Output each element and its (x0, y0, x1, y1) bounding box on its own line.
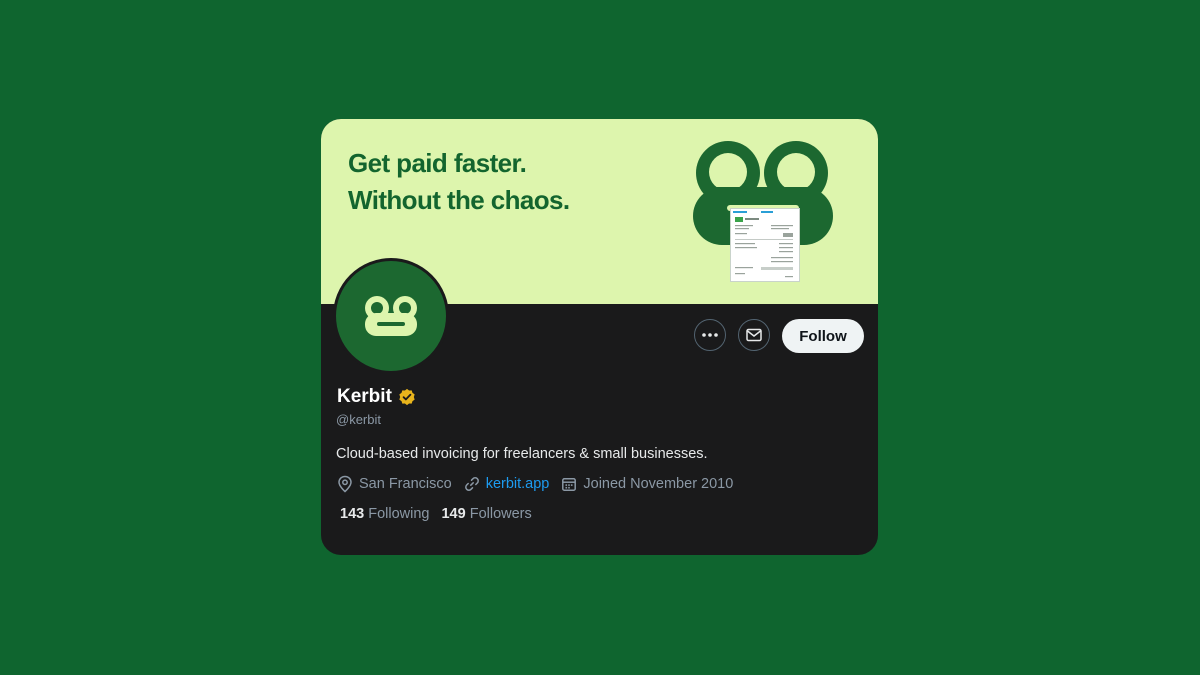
invoice-document-image (730, 208, 800, 282)
followers-link[interactable]: 149 Followers (441, 506, 531, 522)
profile-name-row: Kerbit (337, 386, 416, 408)
banner-tagline: Get paid faster. Without the chaos. (348, 145, 570, 219)
profile-handle: @kerbit (336, 412, 381, 427)
follow-button[interactable]: Follow (782, 319, 864, 353)
link-icon (464, 477, 479, 491)
followers-count: 149 (441, 506, 466, 522)
profile-avatar[interactable] (333, 258, 449, 374)
profile-card: Get paid faster. Without the chaos. Foll… (321, 119, 878, 555)
following-count: 143 (340, 506, 365, 522)
ellipsis-icon (702, 333, 718, 337)
location-pin-icon (338, 475, 352, 493)
envelope-icon (746, 328, 762, 342)
profile-meta: San Francisco kerbit.app Joined November… (337, 475, 745, 493)
joined-text: Joined November 2010 (583, 476, 734, 492)
calendar-icon (562, 478, 577, 491)
verified-badge-icon[interactable] (398, 388, 416, 406)
website-item[interactable]: kerbit.app (464, 476, 550, 492)
location-text: San Francisco (359, 476, 452, 492)
followers-label: Followers (469, 506, 532, 522)
profile-name: Kerbit (337, 386, 392, 407)
tagline-line-1: Get paid faster. (348, 148, 527, 178)
tagline-line-2: Without the chaos. (348, 185, 570, 215)
following-link[interactable]: 143 Following (340, 506, 429, 522)
more-options-button[interactable] (694, 319, 726, 351)
following-label: Following (368, 506, 430, 522)
message-button[interactable] (738, 319, 770, 351)
joined-item: Joined November 2010 (561, 476, 733, 492)
frog-logo-icon (365, 296, 417, 336)
website-link[interactable]: kerbit.app (486, 476, 550, 492)
profile-stats: 143 Following 149 Followers (340, 506, 544, 522)
location-item: San Francisco (337, 475, 452, 493)
profile-bio: Cloud-based invoicing for freelancers & … (336, 446, 708, 462)
